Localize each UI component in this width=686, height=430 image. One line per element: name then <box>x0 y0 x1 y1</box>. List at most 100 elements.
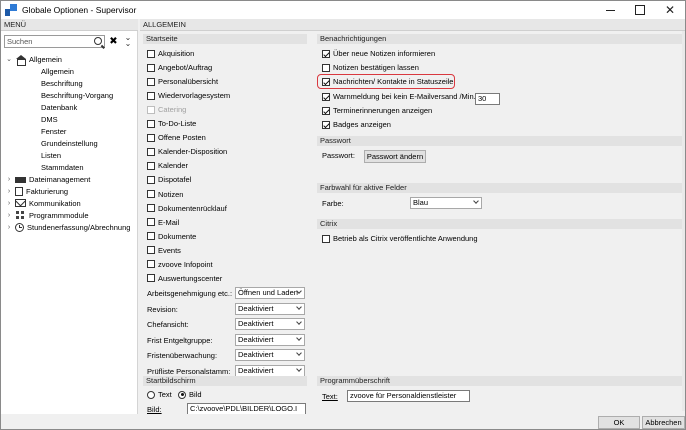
startseite-dokumente-row[interactable]: Dokumente <box>147 231 196 242</box>
startseite-akquisition-checkbox[interactable] <box>147 49 155 58</box>
search-placeholder: Suchen <box>7 37 33 46</box>
menu-item-fakturierung[interactable]: › Fakturierung <box>1 185 138 197</box>
startseite-kalender-disposition-label: Kalender-Disposition <box>158 147 228 157</box>
startseite-e-mail-checkbox[interactable] <box>147 218 155 227</box>
startseite-zvoove-infopoint-label: zvoove Infopoint <box>158 259 213 269</box>
notif-notizen-bestatigen-lassen-checkbox[interactable] <box>322 63 330 72</box>
startseite-to-do-liste-checkbox[interactable] <box>147 119 155 128</box>
menu-header: MENÜ <box>1 19 138 31</box>
vertical-scrollbar[interactable] <box>682 31 685 411</box>
citrix-checkbox-row[interactable]: Betrieb als Citrix veröffentlichte Anwen… <box>322 233 478 244</box>
menu-item-stammdaten-sub[interactable]: Stammdaten <box>1 161 138 173</box>
radio-bild[interactable] <box>178 390 186 399</box>
farbe-dropdown[interactable]: Blau <box>410 197 482 209</box>
chevron-right-icon[interactable]: › <box>5 176 13 183</box>
chevron-right-icon[interactable]: › <box>5 224 13 231</box>
menu-item-allgemein-sub[interactable]: Allgemein <box>1 65 138 77</box>
minimize-icon[interactable] <box>595 1 625 19</box>
menu-item-programmmodule[interactable]: › Programmmodule <box>1 209 138 221</box>
startseite-wiedervorlagesystem-row[interactable]: Wiedervorlagesystem <box>147 90 230 101</box>
radio-text-label: Text <box>158 390 172 399</box>
startseite-personalubersicht-row[interactable]: Personalübersicht <box>147 76 218 87</box>
menu-item-stundenerfassung-abrechnung[interactable]: › Stundenerfassung/Abrechnung <box>1 221 138 233</box>
startseite-kalender-disposition-row[interactable]: Kalender-Disposition <box>147 146 227 157</box>
arbeitsgenehmigung-etc-dropdown[interactable]: Öffnen und Laden <box>235 287 305 299</box>
notif-uber-neue-notizen-informieren-row[interactable]: Über neue Notizen informieren <box>322 48 435 59</box>
menu-item-fenster-sub[interactable]: Fenster <box>1 125 138 137</box>
cancel-button[interactable]: Abbrechen <box>642 416 685 429</box>
menu-item-allgemein[interactable]: ⌄ Allgemein <box>1 53 138 66</box>
startseite-auswertungscenter-row[interactable]: Auswertungscenter <box>147 273 222 284</box>
startseite-offene-posten-row[interactable]: Offene Posten <box>147 132 206 143</box>
frist-entgeltgruppe-dropdown[interactable]: Deaktiviert <box>235 333 305 346</box>
menu-item-dateimanagement[interactable]: › Dateimanagement <box>1 173 138 185</box>
startseite-events-row[interactable]: Events <box>147 245 181 256</box>
startseite-wiedervorlagesystem-checkbox[interactable] <box>147 91 155 100</box>
search-input[interactable]: Suchen <box>4 35 105 48</box>
startseite-dispotafel-row[interactable]: Dispotafel <box>147 174 191 185</box>
menu-item-beschriftung-sub[interactable]: Beschriftung <box>1 77 138 89</box>
passwort-header: Passwort <box>317 136 682 146</box>
chevron-down-icon <box>473 198 479 204</box>
notif-terminerinnerungen-anzeigen-row[interactable]: Terminerinnerungen anzeigen <box>322 105 432 116</box>
radio-text[interactable] <box>147 390 155 399</box>
startseite-events-checkbox[interactable] <box>147 246 155 255</box>
notif-terminerinnerungen-anzeigen-checkbox[interactable] <box>322 106 330 115</box>
notif-uber-neue-notizen-informieren-checkbox[interactable] <box>322 49 330 58</box>
chevron-right-icon[interactable]: › <box>5 212 13 219</box>
search-icon[interactable] <box>94 37 102 45</box>
startseite-to-do-liste-row[interactable]: To-Do-Liste <box>147 118 196 129</box>
chefansicht-dropdown[interactable]: Deaktiviert <box>235 318 305 330</box>
menu-item-dms-sub[interactable]: DMS <box>1 113 138 125</box>
menu-item-datenbank-sub[interactable]: Datenbank <box>1 101 138 113</box>
startseite-kalender-checkbox[interactable] <box>147 161 155 170</box>
clear-search-icon[interactable]: ✖ <box>108 35 119 48</box>
startseite-auswertungscenter-checkbox[interactable] <box>147 274 155 283</box>
startseite-dokumentenrucklauf-row[interactable]: Dokumentenrücklauf <box>147 203 227 214</box>
frist-entgeltgruppe-value: Deaktiviert <box>238 334 274 344</box>
startseite-personalubersicht-checkbox[interactable] <box>147 77 155 86</box>
radio-text-row[interactable]: Text <box>147 389 172 400</box>
startseite-notizen-checkbox[interactable] <box>147 190 155 198</box>
notif-badges-anzeigen-checkbox[interactable] <box>322 120 330 129</box>
menu-item-beschriftung-vorgang-sub[interactable]: Beschriftung-Vorgang <box>1 89 138 101</box>
notif-badges-anzeigen-row[interactable]: Badges anzeigen <box>322 119 391 130</box>
startseite-kalender-disposition-checkbox[interactable] <box>147 147 155 156</box>
app-logo-icon <box>5 4 17 16</box>
change-password-button[interactable]: Passwort ändern <box>364 150 426 163</box>
startseite-notizen-row[interactable]: Notizen <box>147 189 183 200</box>
startseite-e-mail-row[interactable]: E-Mail <box>147 217 179 228</box>
startseite-akquisition-row[interactable]: Akquisition <box>147 48 194 59</box>
startseite-angebot-auftrag-checkbox[interactable] <box>147 63 155 72</box>
maximize-icon[interactable] <box>625 1 655 19</box>
menu-item-grundeinstellung-sub[interactable]: Grundeinstellung <box>1 137 138 149</box>
menu-item-kommunikation[interactable]: › Kommunikation <box>1 197 138 209</box>
startseite-dokumentenrucklauf-checkbox[interactable] <box>147 204 155 213</box>
startseite-zvoove-infopoint-row[interactable]: zvoove Infopoint <box>147 259 213 270</box>
radio-bild-row[interactable]: Bild <box>178 389 202 400</box>
programm-text-input[interactable]: zvoove für Personaldienstleister <box>347 390 470 402</box>
prufliste-personalstamm-dropdown[interactable]: Deaktiviert <box>235 364 305 377</box>
chevron-right-icon[interactable]: › <box>5 200 13 207</box>
radio-bild-label: Bild <box>189 390 202 399</box>
citrix-checkbox[interactable] <box>322 234 330 243</box>
notif-notizen-bestatigen-lassen-row[interactable]: Notizen bestätigen lassen <box>322 62 419 73</box>
notif-warnmeldung-bei-kein-e-mailversand-min-row[interactable]: Warnmeldung bei kein E-Mailversand /Min. <box>322 91 476 102</box>
chevron-down-icon[interactable]: ⌄ <box>5 55 13 63</box>
close-icon[interactable]: ✕ <box>655 1 685 19</box>
menu-item-listen-sub[interactable]: Listen <box>1 149 138 161</box>
startseite-zvoove-infopoint-checkbox[interactable] <box>147 260 155 269</box>
startseite-angebot-auftrag-row[interactable]: Angebot/Auftrag <box>147 62 212 73</box>
fristenuberwachung-dropdown[interactable]: Deaktiviert <box>235 349 305 361</box>
startseite-dispotafel-checkbox[interactable] <box>147 175 155 184</box>
document-icon <box>15 186 23 196</box>
ok-button[interactable]: OK <box>598 416 640 429</box>
startseite-offene-posten-checkbox[interactable] <box>147 133 155 142</box>
startseite-kalender-row[interactable]: Kalender <box>147 160 188 171</box>
minutes-input[interactable]: 30 <box>475 93 500 105</box>
collapse-all-icon[interactable]: ⌄ ⌄ <box>122 34 134 48</box>
startseite-dokumente-checkbox[interactable] <box>147 232 155 241</box>
chevron-right-icon[interactable]: › <box>5 188 13 195</box>
revision-dropdown[interactable]: Deaktiviert <box>235 302 305 315</box>
notif-warnmeldung-bei-kein-e-mailversand-min-checkbox[interactable] <box>322 92 330 101</box>
